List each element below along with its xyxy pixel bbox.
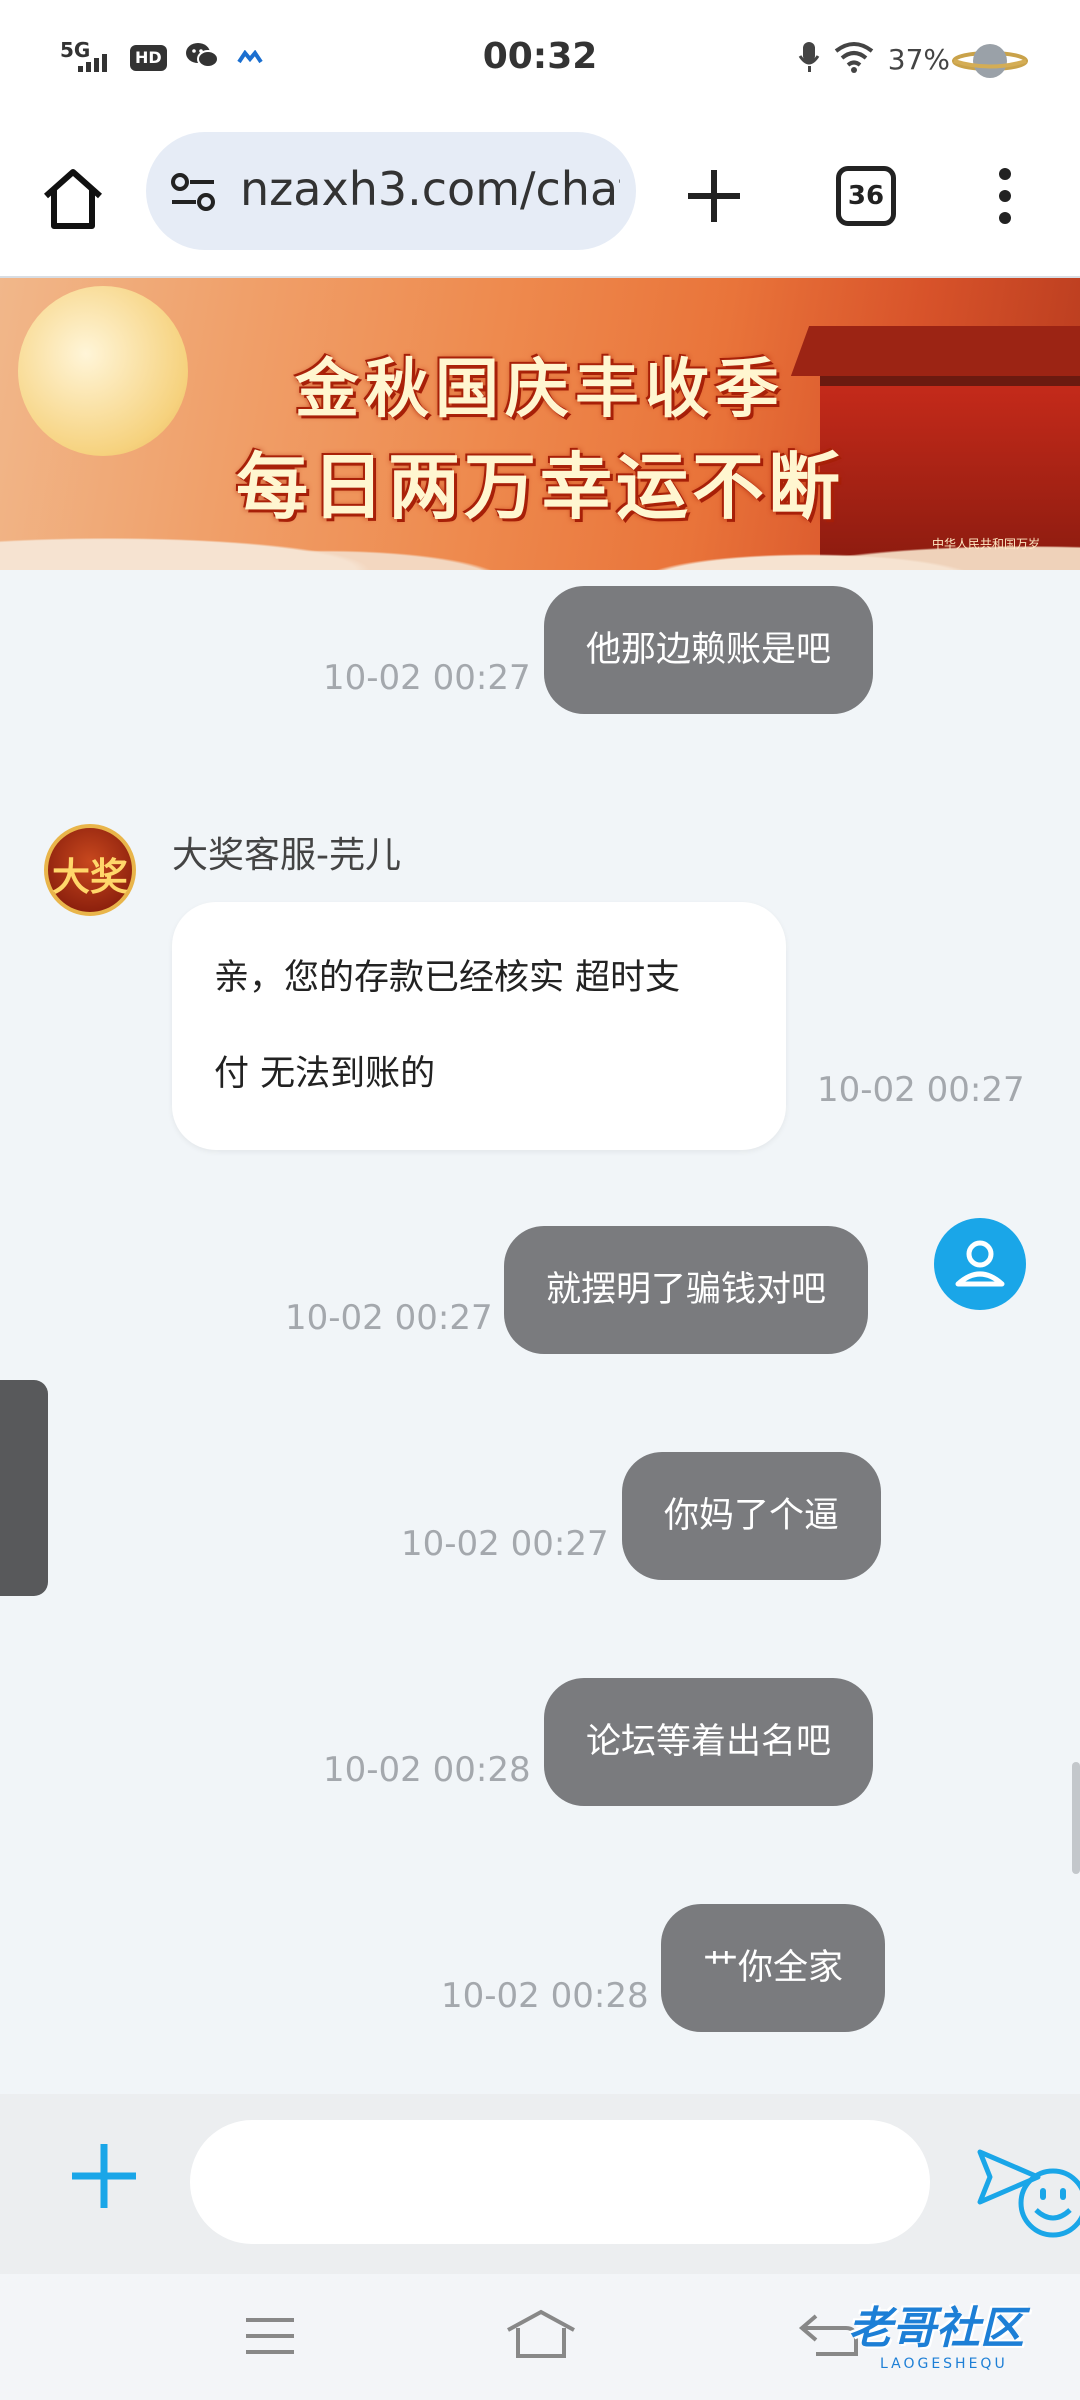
mic-icon [798,40,820,78]
home-icon[interactable] [36,162,110,236]
outgoing-message-bubble[interactable]: 论坛等着出名吧 [544,1678,874,1806]
outgoing-message-bubble[interactable]: 你妈了个逼 [622,1452,882,1580]
side-drawer-handle[interactable] [0,1380,48,1596]
menu-icon[interactable] [244,2316,296,2356]
message-line: 亲，您的存款已经核实 超时支 [214,958,681,998]
message-timestamp: 10-02 00:28 [441,1976,649,2016]
message-input[interactable] [190,2120,1080,2244]
agent-avatar[interactable]: 大奖 [44,824,136,916]
agent-avatar-text: 大奖 [51,855,128,899]
url-bar[interactable]: nzaxh3.com/chat [146,132,636,250]
incoming-message-bubble[interactable]: 亲，您的存款已经核实 超时支 付 无法到账的 [172,902,786,1150]
watermark-subtitle: LAOGESHEQU [880,2356,1008,2372]
send-icon[interactable] [974,2146,1044,2208]
more-vert-icon[interactable] [990,166,1020,226]
user-avatar[interactable] [934,1218,1026,1310]
outgoing-message-bubble[interactable]: 就摆明了骗钱对吧 [504,1226,869,1354]
message-line: 付 无法到账的 [214,1054,436,1094]
tab-switcher-icon[interactable]: 36 [836,166,896,226]
message-timestamp: 10-02 00:27 [323,658,531,698]
message-timestamp: 10-02 00:28 [323,1750,531,1790]
moon-decoration [18,286,188,456]
system-nav-bar: 老哥社区 LAOGESHEQU [0,2274,1080,2400]
status-bar: 5G HD 00:32 37% [0,0,1080,124]
user-icon [955,1240,1005,1287]
scrollbar-thumb[interactable] [1072,1762,1080,1874]
planet-icon [950,36,1030,90]
browser-toolbar: nzaxh3.com/chat 36 [0,124,1080,276]
battery-level: 37% [887,42,950,76]
outgoing-message-bubble[interactable]: 他那边赖账是吧 [544,586,874,714]
promo-banner[interactable]: 金秋国庆丰收季 每日两万幸运不断 中华人民共和国万岁 [0,278,1080,570]
plus-icon[interactable] [66,2138,142,2214]
watermark-logo: 老哥社区 [848,2303,1024,2354]
banner-headline: 金秋国庆丰收季 [295,353,785,427]
new-tab-icon[interactable] [680,162,748,230]
banner-caption: 中华人民共和国万岁 [931,537,1040,551]
nav-home-icon[interactable] [504,2308,578,2360]
banner-subheadline: 每日两万幸运不断 [235,445,844,529]
agent-name: 大奖客服-芫儿 [172,835,401,876]
message-composer [0,2094,1080,2274]
message-timestamp: 10-02 00:27 [817,1070,1025,1110]
wifi-icon [834,41,874,77]
url-text[interactable]: nzaxh3.com/chat [240,162,620,216]
message-timestamp: 10-02 00:27 [401,1524,609,1564]
outgoing-message-bubble[interactable]: 艹你全家 [661,1904,886,2032]
message-timestamp: 10-02 00:27 [285,1298,493,1338]
status-right-group: 37% [798,40,950,78]
site-settings-icon[interactable] [168,170,220,218]
